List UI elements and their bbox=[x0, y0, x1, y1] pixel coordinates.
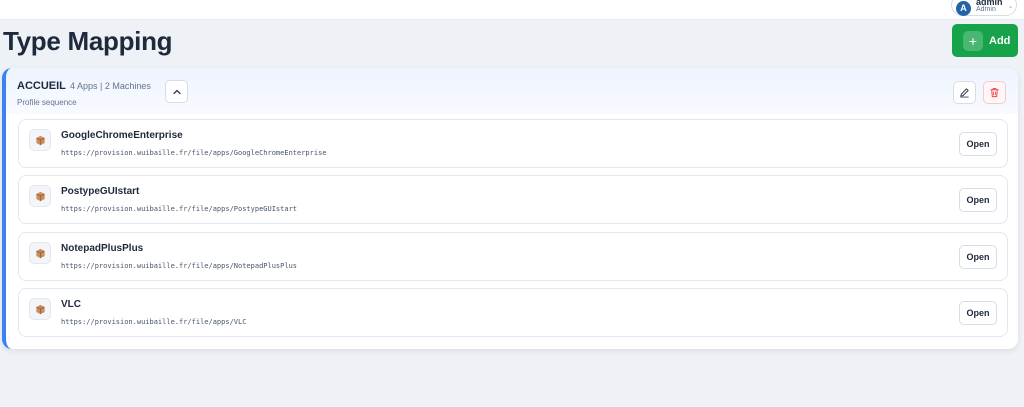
app-name: PostypeGUIstart bbox=[61, 186, 140, 197]
app-card: VLC https://provision.wuibaille.fr/file/… bbox=[18, 288, 1008, 337]
package-icon bbox=[29, 129, 51, 151]
group-subtitle: Profile sequence bbox=[17, 98, 77, 107]
chevron-down-icon: ⌄ bbox=[1007, 3, 1014, 10]
open-button[interactable]: Open bbox=[959, 301, 997, 325]
user-menu[interactable]: A admin Admin ⌄ bbox=[951, 0, 1017, 16]
app-card: PostypeGUIstart https://provision.wuibai… bbox=[18, 175, 1008, 224]
pencil-icon bbox=[960, 88, 969, 98]
app-url: https://provision.wuibaille.fr/file/apps… bbox=[61, 318, 247, 326]
top-bar: A admin Admin ⌄ bbox=[0, 0, 1024, 20]
edit-button[interactable] bbox=[953, 81, 976, 104]
app-name: VLC bbox=[61, 299, 81, 310]
package-icon bbox=[29, 185, 51, 207]
page-title: Type Mapping bbox=[3, 26, 173, 56]
user-role: Admin bbox=[976, 6, 996, 13]
open-button[interactable]: Open bbox=[959, 188, 997, 212]
add-button-label: Add bbox=[989, 34, 1011, 47]
package-icon bbox=[29, 298, 51, 320]
group-name: ACCUEIL bbox=[17, 80, 66, 92]
delete-button[interactable] bbox=[983, 81, 1006, 104]
group-card: ACCUEIL 4 Apps | 2 Machines Profile sequ… bbox=[2, 68, 1018, 349]
app-name: GoogleChromeEnterprise bbox=[61, 130, 183, 141]
group-meta: 4 Apps | 2 Machines bbox=[70, 81, 151, 91]
add-button[interactable]: + Add bbox=[952, 24, 1018, 57]
app-url: https://provision.wuibaille.fr/file/apps… bbox=[61, 262, 298, 270]
package-icon bbox=[29, 242, 51, 264]
open-button[interactable]: Open bbox=[959, 132, 997, 156]
app-url: https://provision.wuibaille.fr/file/apps… bbox=[61, 149, 327, 157]
app-name: NotepadPlusPlus bbox=[61, 243, 144, 254]
app-card: NotepadPlusPlus https://provision.wuibai… bbox=[18, 232, 1008, 281]
chevron-up-icon bbox=[172, 89, 181, 94]
plus-icon: + bbox=[963, 30, 983, 51]
collapse-button[interactable] bbox=[165, 80, 188, 103]
user-info: admin Admin bbox=[976, 0, 1003, 14]
avatar: A bbox=[956, 0, 971, 16]
trash-icon bbox=[990, 88, 999, 98]
app-card: GoogleChromeEnterprise https://provision… bbox=[18, 119, 1008, 168]
open-button[interactable]: Open bbox=[959, 245, 997, 269]
group-header: ACCUEIL 4 Apps | 2 Machines Profile sequ… bbox=[6, 68, 1018, 114]
app-url: https://provision.wuibaille.fr/file/apps… bbox=[61, 205, 298, 213]
